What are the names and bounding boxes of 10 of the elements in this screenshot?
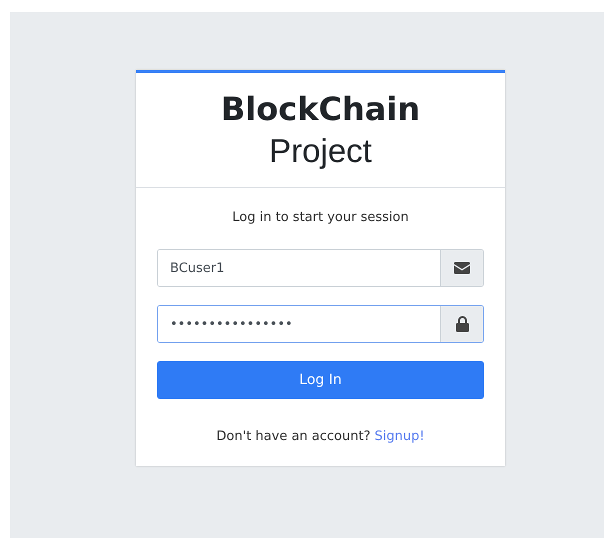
logo-title: BlockChain <box>220 89 420 129</box>
lock-icon <box>456 316 468 332</box>
email-field[interactable]: BCuser1 <box>157 249 484 287</box>
logo-subtitle: Project <box>269 131 372 171</box>
signup-link[interactable]: Signup! <box>374 429 425 444</box>
password-field[interactable]: •••••••••••••••• <box>157 305 484 343</box>
login-button[interactable]: Log In <box>157 361 484 399</box>
signup-prompt: Don't have an account? <box>216 429 370 444</box>
login-message: Log in to start your session <box>231 210 410 225</box>
envelope-icon <box>454 262 470 274</box>
